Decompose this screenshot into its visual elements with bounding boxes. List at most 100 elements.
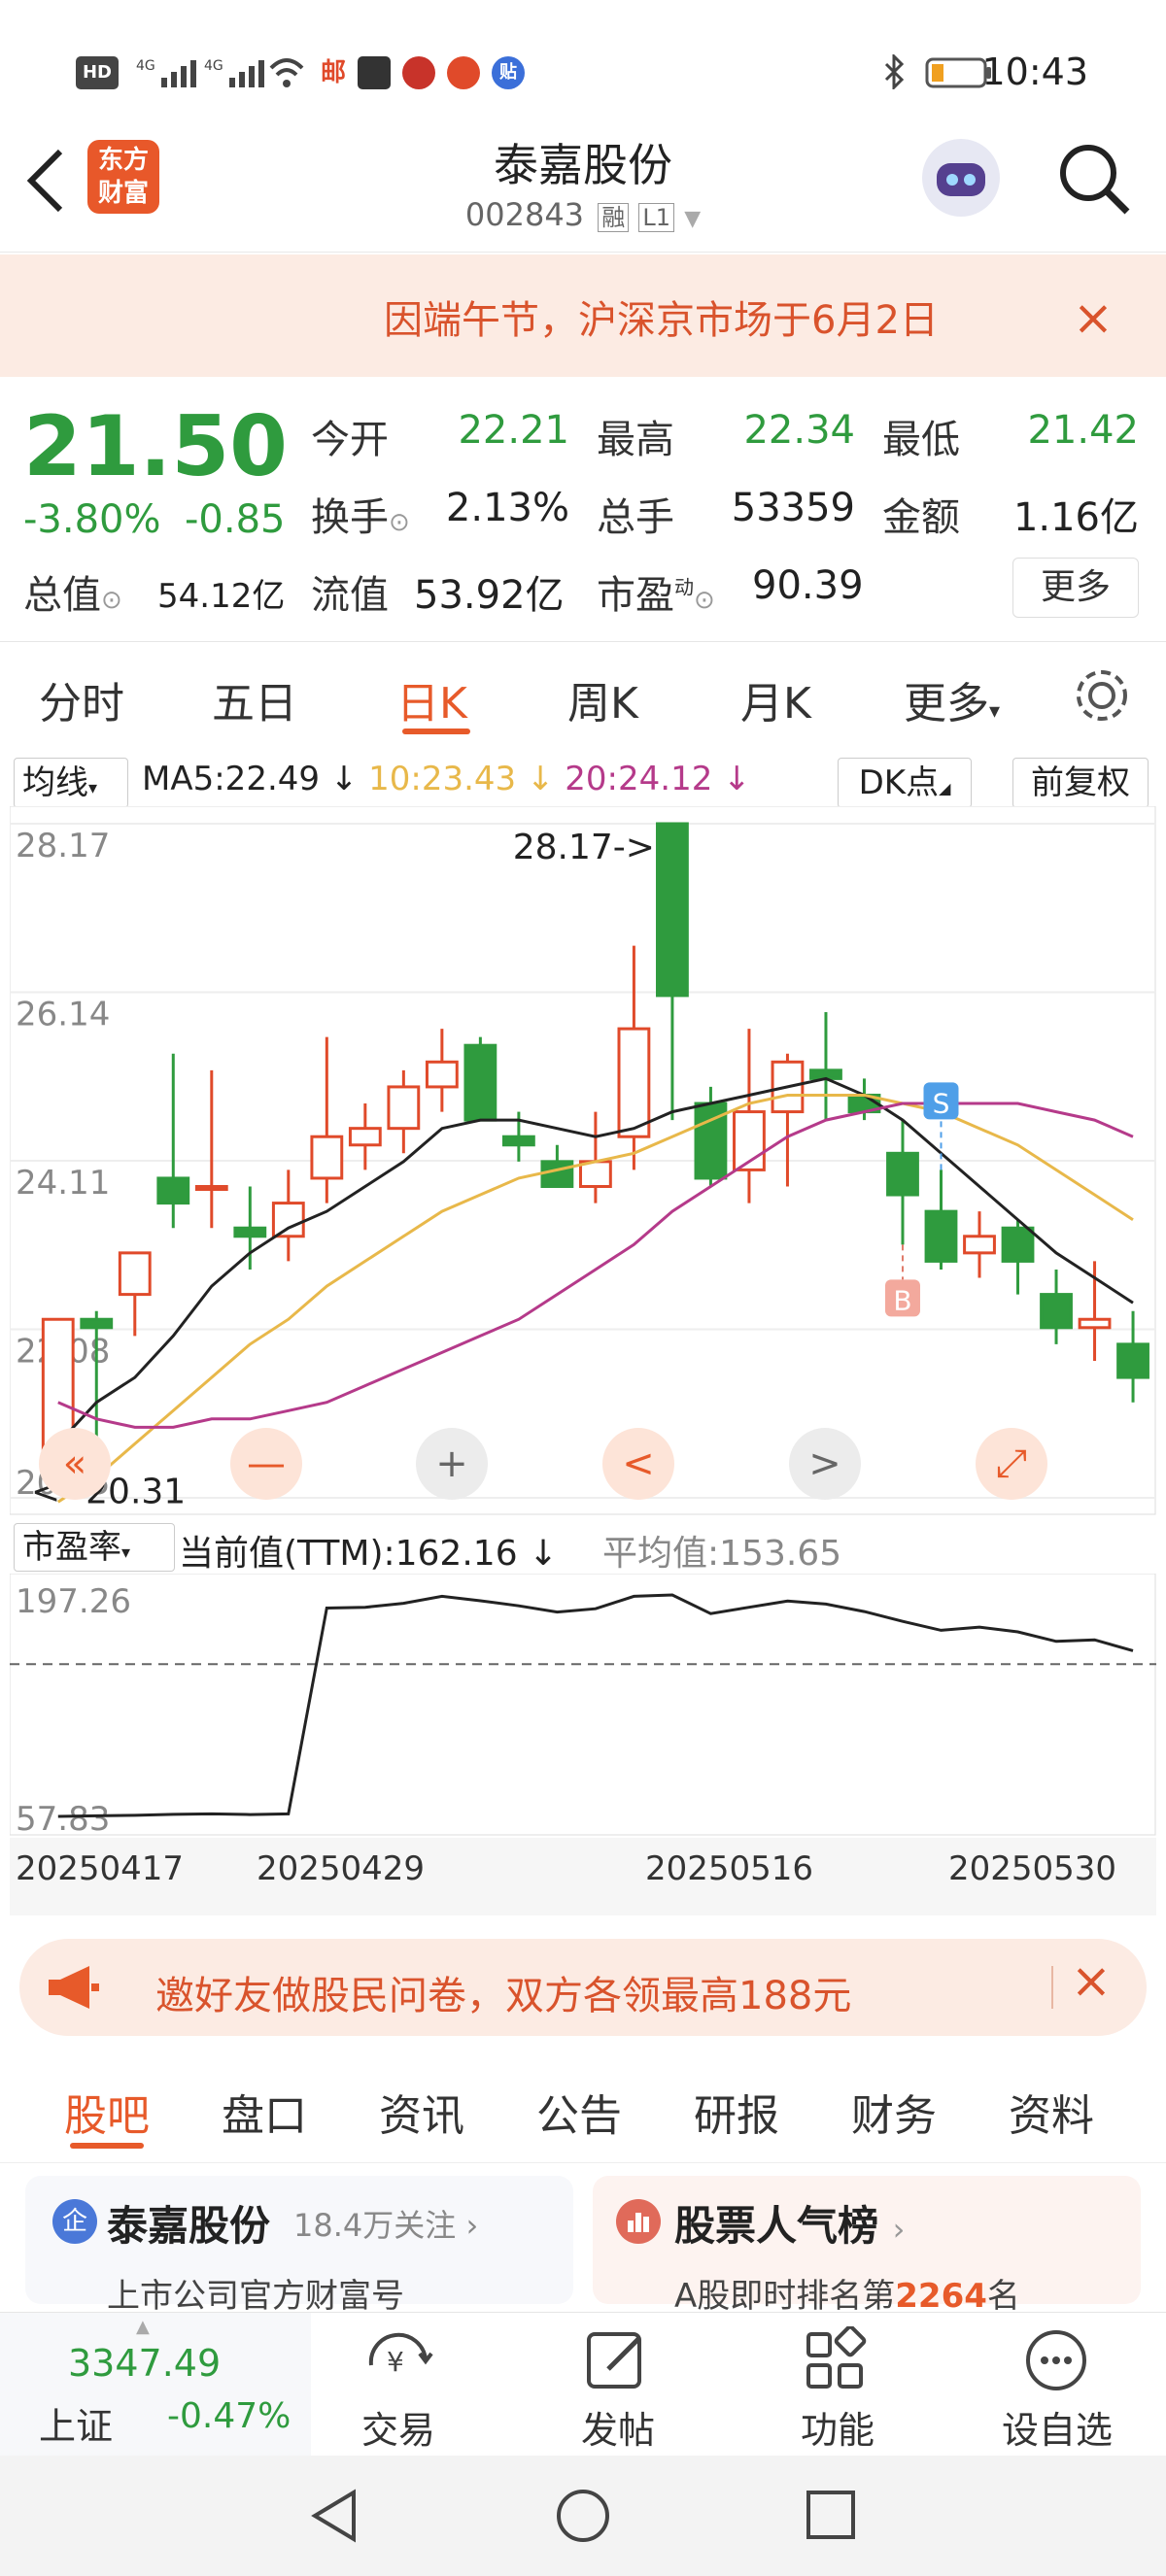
- mktcap-label: 总值⊙: [23, 573, 122, 618]
- tab-fenshi[interactable]: 分时: [39, 668, 124, 730]
- amount-value: 1.16亿: [1012, 495, 1139, 540]
- company-account-card[interactable]: 企 泰嘉股份 18.4万关注 › 上市公司官方财富号: [25, 2176, 573, 2316]
- adjust-button[interactable]: 前复权: [1012, 758, 1149, 808]
- dk-point-button[interactable]: DK点◢: [838, 758, 972, 808]
- nav-add-watchlist[interactable]: 设自选: [979, 2400, 1135, 2454]
- pe-average: 平均值:153.65: [602, 1534, 842, 1574]
- candle-body: [156, 1176, 190, 1205]
- settings-gear-icon[interactable]: [1073, 666, 1131, 729]
- tab-weekly-k[interactable]: 周K: [567, 668, 638, 730]
- max-price-label: 28.17->: [513, 828, 655, 867]
- stock-header: 东方 财富 泰嘉股份 002843 融 L1 ▼: [0, 117, 1166, 253]
- pe-y-tick-label: 57.83: [16, 1800, 110, 1836]
- high-value: 22.34: [743, 408, 855, 453]
- zoom-in-button[interactable]: +: [416, 1428, 488, 1500]
- last-price: 21.50: [23, 398, 289, 495]
- svg-text:4G: 4G: [136, 58, 155, 74]
- volume-value: 53359: [731, 486, 855, 530]
- holiday-notice[interactable]: 因端午节，沪深京市场于6月2日 ×: [0, 254, 1166, 377]
- mktcap-value: 54.12亿: [157, 577, 286, 616]
- nav-post[interactable]: 发帖: [540, 2400, 696, 2454]
- invite-banner[interactable]: 邀好友做股民问卷，双方各领最高188元 ×: [19, 1939, 1147, 2036]
- pe-value: 90.39: [752, 563, 864, 608]
- ma-selector[interactable]: 均线▾: [14, 758, 128, 808]
- tab-finance[interactable]: 财务: [851, 2081, 937, 2143]
- date-label: 20250429: [257, 1849, 426, 1888]
- pe-line-chart[interactable]: 197.26 57.83: [9, 1573, 1156, 1839]
- candlestick-svg[interactable]: 28.1726.1424.1122.0820.0528.17-><--20.31…: [9, 805, 1156, 1515]
- divider: [0, 641, 1166, 642]
- next-button[interactable]: >: [789, 1428, 861, 1500]
- margin-tag: 融: [598, 203, 630, 232]
- bottom-nav: ▲ 3347.49 上证 -0.47% ¥ 交易 发帖 功能 设自选: [0, 2312, 1166, 2457]
- divider: [0, 2162, 1166, 2163]
- recents-square-icon[interactable]: [805, 2489, 859, 2547]
- close-icon[interactable]: ×: [1071, 1952, 1112, 2009]
- float-value: 53.92亿: [414, 573, 565, 618]
- y-tick-label: 24.11: [16, 1164, 110, 1203]
- features-icon[interactable]: [803, 2324, 871, 2398]
- prev-button[interactable]: <: [602, 1428, 674, 1500]
- tab-announcements[interactable]: 公告: [536, 2081, 622, 2143]
- tab-guba[interactable]: 股吧: [64, 2081, 150, 2143]
- candle-body: [1001, 1226, 1035, 1263]
- candle-body: [80, 1317, 114, 1330]
- candle-body: [387, 1085, 421, 1131]
- zoom-out-button[interactable]: —: [230, 1428, 302, 1500]
- index-name: 上证: [39, 2405, 114, 2448]
- tab-research[interactable]: 研报: [694, 2081, 779, 2143]
- pe-current: 当前值(TTM):162.16 ↓: [179, 1534, 559, 1574]
- company-badge-icon: 企: [52, 2199, 97, 2244]
- divider: [1051, 1966, 1053, 2009]
- rewind-button[interactable]: «: [39, 1428, 111, 1500]
- post-icon[interactable]: [583, 2326, 651, 2398]
- robot-avatar-icon[interactable]: [919, 136, 1003, 220]
- date-axis: 20250417 20250429 20250516 20250530: [10, 1838, 1156, 1915]
- candle-body: [1116, 1342, 1149, 1379]
- nav-trade[interactable]: 交易: [321, 2400, 476, 2454]
- close-icon[interactable]: ×: [1073, 289, 1114, 346]
- svg-text:¥: ¥: [387, 2346, 404, 2378]
- nav-features[interactable]: 功能: [760, 2400, 915, 2454]
- tab-profile[interactable]: 资料: [1009, 2081, 1094, 2143]
- candlestick-chart[interactable]: 28.1726.1424.1122.0820.0528.17-><--20.31…: [9, 805, 1156, 1515]
- ranking-icon: [616, 2199, 661, 2244]
- search-icon[interactable]: [1055, 140, 1133, 221]
- pe-frame: [9, 1573, 1156, 1836]
- pe-selector[interactable]: 市盈率▾: [14, 1523, 175, 1572]
- turnover-label: 换手⊙: [311, 495, 410, 540]
- candle-body: [233, 1226, 267, 1238]
- back-triangle-icon[interactable]: [307, 2487, 361, 2549]
- home-circle-icon[interactable]: [554, 2487, 612, 2549]
- tab-daily-k[interactable]: 日K: [396, 668, 467, 730]
- tab-news[interactable]: 资讯: [379, 2081, 464, 2143]
- company-name: 泰嘉股份: [107, 2202, 271, 2250]
- tab-more[interactable]: 更多▾: [904, 668, 1000, 730]
- pe-svg[interactable]: 197.26 57.83: [9, 1573, 1156, 1839]
- expand-icon[interactable]: ⤢: [976, 1428, 1047, 1500]
- change-pct: -3.80%: [23, 497, 161, 542]
- add-watchlist-icon[interactable]: [1022, 2326, 1090, 2398]
- tab-pankou[interactable]: 盘口: [222, 2081, 307, 2143]
- tab-monthly-k[interactable]: 月K: [740, 668, 811, 730]
- candle-body: [271, 1202, 305, 1238]
- high-label: 最高: [597, 418, 674, 462]
- tab-five-day[interactable]: 五日: [212, 668, 297, 730]
- candle-body: [886, 1151, 919, 1197]
- open-label: 今开: [311, 418, 389, 462]
- date-label: 20250516: [645, 1849, 814, 1888]
- y-tick-label: 28.17: [16, 827, 110, 865]
- clock: 10:43: [981, 51, 1088, 93]
- ma10-label: 10:23.43: [368, 760, 517, 798]
- popularity-card[interactable]: 股票人气榜 › A股即时排名第2264名: [593, 2176, 1141, 2316]
- hd-icon: HD: [76, 56, 119, 89]
- trade-icon[interactable]: ¥: [361, 2326, 435, 2398]
- index-value: 3347.49: [68, 2342, 222, 2385]
- svg-text:4G: 4G: [204, 58, 223, 74]
- invite-text: 邀好友做股民问卷，双方各领最高188元: [155, 1974, 852, 2018]
- y-tick-label: 26.14: [16, 996, 110, 1034]
- candle-body: [463, 1043, 497, 1122]
- index-widget[interactable]: ▲ 3347.49 上证 -0.47%: [0, 2313, 311, 2457]
- more-button[interactable]: 更多: [1012, 558, 1139, 618]
- app-icon: [358, 56, 391, 89]
